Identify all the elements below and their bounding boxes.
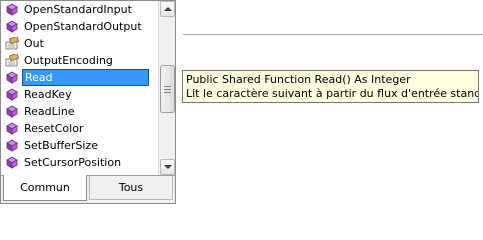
grip-line bbox=[164, 89, 171, 90]
list-item[interactable]: ReadKey bbox=[1, 86, 157, 103]
tooltip-description: Lit le caractère suivant à partir du flu… bbox=[186, 87, 479, 100]
grip-line bbox=[164, 86, 171, 87]
list-item-label: Out bbox=[24, 37, 44, 50]
completion-list[interactable]: OpenStandardInput OpenStandardOutput Out bbox=[1, 1, 157, 175]
method-icon bbox=[6, 105, 18, 118]
list-item[interactable]: OpenStandardInput bbox=[1, 1, 157, 18]
list-item[interactable]: OpenStandardOutput bbox=[1, 18, 157, 35]
method-icon bbox=[6, 156, 18, 169]
list-item[interactable]: SetCursorPosition bbox=[1, 154, 157, 171]
list-item[interactable]: OutputEncoding bbox=[1, 52, 157, 69]
list-item-label: OpenStandardOutput bbox=[24, 20, 142, 33]
list-item[interactable]: Out bbox=[1, 35, 157, 52]
list-item-selected[interactable]: Read bbox=[1, 69, 157, 86]
editor-canvas: OpenStandardInput OpenStandardOutput Out bbox=[0, 0, 483, 208]
method-icon bbox=[6, 20, 18, 33]
list-item-label: OutputEncoding bbox=[24, 54, 113, 67]
method-icon bbox=[6, 71, 18, 84]
tooltip-signature: Public Shared Function Read() As Integer bbox=[186, 73, 411, 86]
list-item-label: ReadKey bbox=[24, 88, 72, 101]
scroll-down-button[interactable] bbox=[160, 159, 175, 175]
list-item[interactable]: ReadLine bbox=[1, 103, 157, 120]
grip-line bbox=[164, 92, 171, 93]
property-icon bbox=[5, 37, 19, 50]
list-item-label: OpenStandardInput bbox=[24, 3, 132, 16]
tab-commun[interactable]: Commun bbox=[3, 175, 87, 201]
list-item-label: SetBufferSize bbox=[24, 139, 99, 152]
quickinfo-tooltip: Public Shared Function Read() As Integer… bbox=[182, 70, 479, 103]
intellisense-popup: OpenStandardInput OpenStandardOutput Out bbox=[0, 0, 176, 204]
method-icon bbox=[6, 139, 18, 152]
editor-text-line bbox=[183, 34, 483, 35]
method-icon bbox=[6, 3, 18, 16]
list-item-label: SetCursorPosition bbox=[24, 156, 122, 169]
method-icon bbox=[6, 122, 18, 135]
scroll-up-button[interactable] bbox=[160, 1, 175, 17]
list-item-label: ResetColor bbox=[24, 122, 84, 135]
list-item[interactable]: ResetColor bbox=[1, 120, 157, 137]
list-item-label: Read bbox=[22, 69, 149, 86]
property-icon bbox=[5, 54, 19, 67]
tab-tous[interactable]: Tous bbox=[89, 176, 173, 200]
filter-tabbar: Commun Tous bbox=[1, 175, 175, 203]
list-item[interactable]: SetBufferSize bbox=[1, 137, 157, 154]
method-icon bbox=[6, 88, 18, 101]
vertical-scrollbar[interactable] bbox=[158, 1, 175, 175]
scroll-thumb[interactable] bbox=[160, 65, 175, 113]
chevron-up-icon bbox=[164, 7, 172, 11]
list-item-label: ReadLine bbox=[24, 105, 75, 118]
chevron-down-icon bbox=[164, 165, 172, 169]
